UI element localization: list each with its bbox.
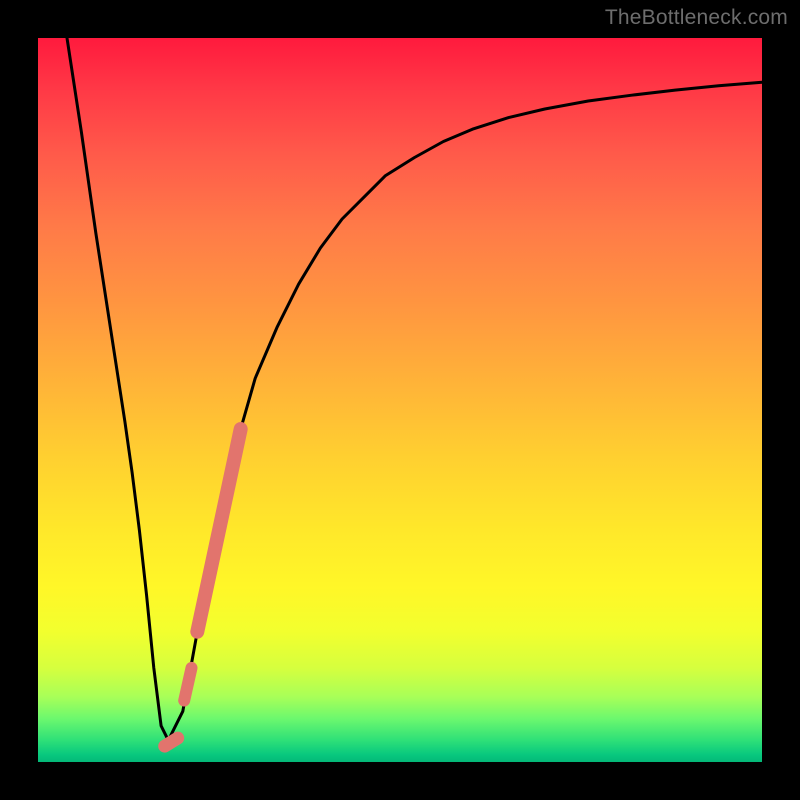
short-pink-dot-lower	[165, 738, 178, 746]
watermark-text: TheBottleneck.com	[605, 6, 788, 30]
chart-plot-area	[38, 38, 762, 762]
bottleneck-curve	[67, 38, 762, 740]
chart-frame: TheBottleneck.com	[0, 0, 800, 800]
overlay-segments	[165, 429, 241, 746]
thick-pink-segment	[197, 429, 240, 632]
chart-svg	[38, 38, 762, 762]
short-pink-dot-upper	[184, 668, 191, 701]
